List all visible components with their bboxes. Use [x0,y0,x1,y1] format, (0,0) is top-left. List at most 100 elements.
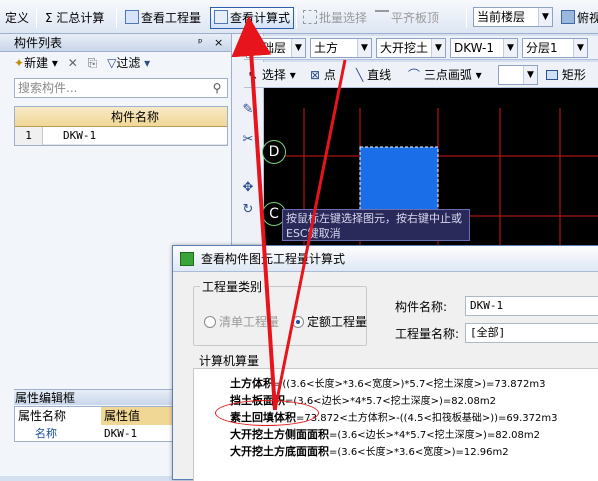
formula-icon [214,10,228,24]
filter-button[interactable]: ▽过滤 ▾ [107,56,150,70]
chevron-down-icon: ▼ [291,39,305,57]
filter-label: 过滤 [116,56,141,70]
select-button[interactable]: ↖ 选择 ▾ [248,66,296,84]
batch-select-label: 批量选择 [319,11,368,25]
floor-select[interactable]: 当前楼层 ▼ [473,7,553,27]
search-placeholder: 搜索构件... [18,81,78,95]
close-icon[interactable]: × [214,34,223,52]
new-button[interactable]: ✦新建 ▾ [14,56,58,70]
delete-icon[interactable]: ✕ [68,56,78,70]
arc-label: 三点画弧 [423,68,472,82]
radio-list-label: 清单工程量 [219,315,280,329]
type-value: 土方 [314,41,339,55]
draw-mode-select[interactable]: ▼ [498,65,538,85]
new-icon: ✦ [14,56,25,70]
level-top-label: 平齐板顶 [391,11,440,25]
view-formula-button[interactable]: 查看计算式 [210,7,295,29]
new-label: 新建 [24,56,49,70]
type-select[interactable]: 土方 ▼ [310,38,372,58]
toolbar-separator [296,8,297,28]
pencil-icon[interactable]: ✎ [240,102,256,118]
sublayer-value: 分层1 [526,41,558,55]
component-list-toolbar: ✦新建 ▾ ✕ ⎘ ▽过滤 ▾ [0,52,231,74]
radio-quota-quantity[interactable]: 定额工程量 [292,313,367,330]
chevron-down-icon: ▼ [357,39,371,57]
top-view-label: 俯视 [577,11,598,25]
chevron-down-icon: ▼ [538,8,552,26]
main-toolbar: 定义 Σ 汇总计算 查看工程量 查看计算式 批量选择 平齐板顶 当前楼层 ▼ 俯视 [0,0,598,34]
layer-value: 基础层 [250,41,287,55]
select-label: 选择 [261,68,286,82]
computer-calc-label: 计算机算量 [199,354,260,368]
sublayer-select[interactable]: 分层1 ▼ [522,38,588,58]
move-icon[interactable]: ✥ [240,180,256,196]
draw-toolbar: ↖ 选择 ▾ ⊠ 点 ╲ 直线 ⌒ 三点画弧 ▾ ▼ 矩形 [244,62,598,88]
chevron-down-icon: ▼ [503,39,517,57]
copy-icon[interactable]: ⎘ [88,56,98,70]
arc-icon: ⌒ [408,68,421,82]
search-icon[interactable]: ⚲ [209,79,225,97]
level-top-icon [375,10,389,24]
component-name-field[interactable]: DKW-1 [465,296,598,316]
formula-expression: =(3.6<长度>*3.6<宽度>)=12.96m2 [329,447,509,458]
batch-select-icon [303,10,317,24]
batch-select-button[interactable]: 批量选择 [300,7,370,29]
view-quantity-button[interactable]: 查看工程量 [122,7,204,29]
toolbar-separator [36,8,37,28]
point-label: 点 [323,68,336,82]
sum-calc-button[interactable]: Σ 汇总计算 [42,7,107,29]
sigma-icon: Σ [45,11,57,25]
chevron-down-icon: ▼ [573,39,587,57]
selected-pit-element[interactable] [359,146,439,214]
line-icon: ╲ [356,68,364,82]
column-header-name: 构件名称 [110,110,159,124]
element-select[interactable]: DKW-1 ▼ [450,38,518,58]
layer-select[interactable]: 基础层 ▼ [246,38,306,58]
formula-dialog: 查看构件图元工程量计算式 工程量类别 清单工程量 定额工程量 构件名称: DKW… [172,245,598,481]
toolbar-separator [116,8,117,28]
row-number: 1 [15,127,43,145]
toolbar-separator [466,8,467,28]
radio-selected-icon [292,316,304,328]
filter-icon: ▽ [107,56,117,70]
dialog-title-bar: 查看构件图元工程量计算式 [173,246,598,272]
rect-button[interactable]: 矩形 [546,66,586,84]
radio-list-quantity[interactable]: 清单工程量 [204,313,279,330]
chevron-down-icon: ▼ [431,39,445,57]
table-row[interactable]: 1 DKW-1 [15,127,227,145]
component-list-title: 构件列表 [14,36,63,50]
attribute-name-cell: 名称 [35,427,57,440]
axis-label-d: D [262,140,286,164]
rotate-icon[interactable]: ↻ [240,202,256,218]
level-top-button[interactable]: 平齐板顶 [372,7,442,29]
floor-select-value: 当前楼层 [477,10,526,24]
arc-button[interactable]: ⌒ 三点画弧 ▾ [408,66,482,84]
rect-label: 矩形 [561,68,586,82]
point-button[interactable]: ⊠ 点 [310,66,336,84]
attribute-header-name: 属性名称 [18,409,67,423]
view-quantity-label: 查看工程量 [141,11,202,25]
point-icon: ⊠ [310,68,321,82]
top-view-button[interactable]: 俯视 [558,7,598,29]
quantity-name-select[interactable]: [全部] [465,323,598,343]
radio-quota-label: 定额工程量 [307,315,368,329]
scissors-icon[interactable]: ✂ [240,132,256,148]
formula-expression: =((3.6<长度>*3.6<宽度>)*5.7<挖土深度>)=73.872m3 [274,379,546,390]
component-list-title-bar: 构件列表 ᵖ × [0,34,231,52]
element-value: DKW-1 [454,41,495,55]
pin-icon[interactable]: ᵖ [198,34,203,52]
quantity-type-group: 工程量类别 清单工程量 定额工程量 [193,278,367,346]
formula-expression: =(3.6<边长>*4*5.7<挖土深度>)=82.08m2 [285,396,496,407]
formula-name: 大开挖土方底面面积 [230,445,329,458]
define-button[interactable]: 定义 [2,7,32,29]
layer-toolbar: 基础层 ▼ 土方 ▼ 大开挖土 ▼ DKW-1 ▼ 分层1 ▼ [244,36,598,60]
rect-icon [546,70,558,80]
formula-line: 大开挖土方底面面积=(3.6<长度>*3.6<宽度>)=12.96m2 [230,443,509,459]
formula-line: 大开挖土方侧面面积=(3.6<边长>*4*5.7<挖土深度>)=82.08m2 [230,426,540,442]
component-name-label: 构件名称: [395,300,448,314]
quantity-type-label: 工程量类别 [200,278,265,295]
component-table-header: 构件名称 [15,107,227,127]
subtype-select[interactable]: 大开挖土 ▼ [376,38,446,58]
component-search-input[interactable]: 搜索构件... ⚲ [14,78,228,98]
line-button[interactable]: ╲ 直线 [356,66,391,84]
